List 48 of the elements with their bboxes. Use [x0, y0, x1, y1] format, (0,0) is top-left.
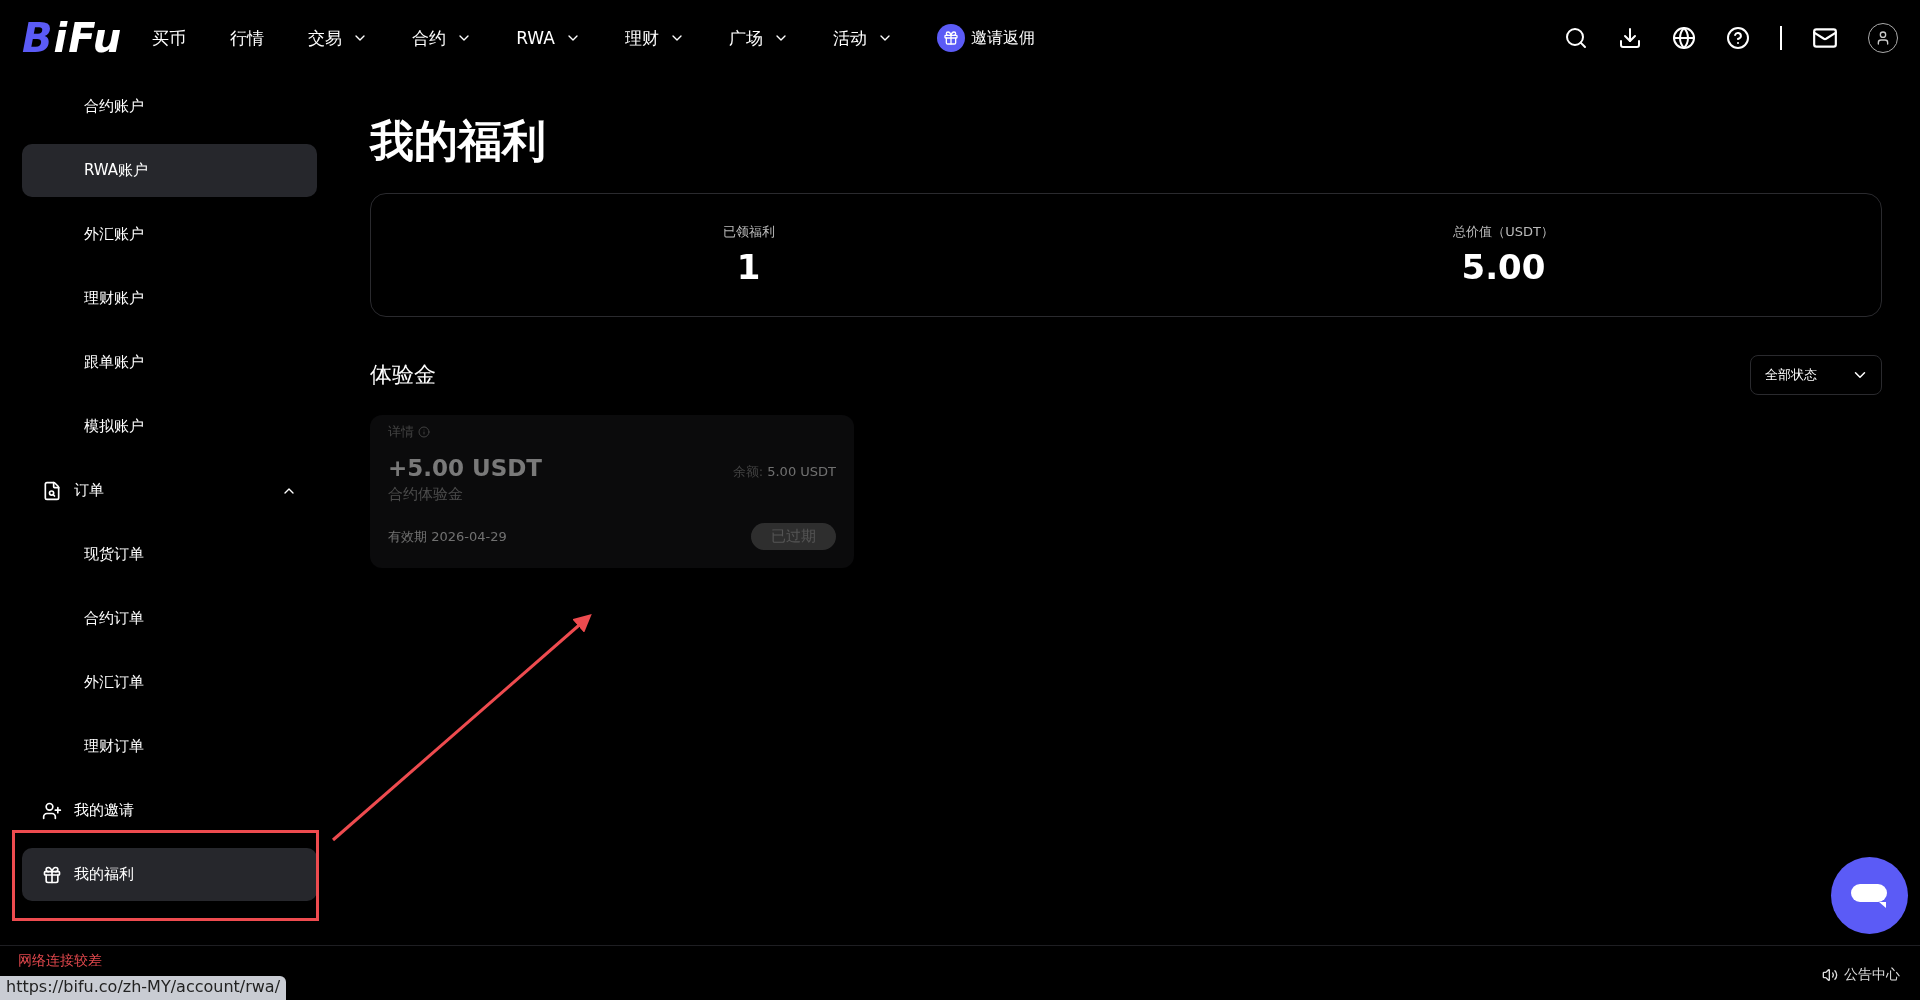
- search-icon[interactable]: [1564, 26, 1588, 50]
- nav-item[interactable]: 行情: [230, 26, 265, 50]
- nav-item[interactable]: 买币: [152, 26, 187, 50]
- info-icon: [418, 426, 430, 438]
- stat-value: 5.00: [1461, 247, 1546, 287]
- invite-link[interactable]: 邀请返佣: [936, 24, 1035, 52]
- nav-item[interactable]: 合约: [412, 26, 473, 50]
- sidebar-item[interactable]: 外汇订单: [22, 656, 317, 709]
- sidebar-item[interactable]: 订单: [22, 464, 317, 517]
- user-add-icon: [42, 800, 62, 821]
- gift-icon: [936, 24, 965, 52]
- sidebar-item[interactable]: 外汇账户: [22, 208, 317, 261]
- nav-item[interactable]: 广场: [728, 26, 789, 50]
- speaker-icon: [1822, 967, 1838, 983]
- url-tooltip: https://bifu.co/zh-MY/account/rwa/: [0, 976, 287, 1000]
- sidebar-item[interactable]: 理财账户: [22, 272, 317, 325]
- download-icon[interactable]: [1618, 26, 1642, 50]
- sidebar-item[interactable]: RWA账户: [22, 144, 317, 197]
- sidebar-item[interactable]: 我的邀请: [22, 784, 317, 837]
- stat-label: 总价值（USDT）: [1453, 223, 1554, 241]
- gift-icon: [42, 864, 62, 885]
- nav-item[interactable]: RWA: [516, 28, 581, 48]
- status-dropdown[interactable]: 全部状态: [1750, 355, 1882, 395]
- document-search-icon: [42, 480, 62, 501]
- voucher-type: 合约体验金: [388, 485, 464, 504]
- nav-item[interactable]: 活动: [832, 26, 893, 50]
- sidebar-item[interactable]: 我的福利: [22, 848, 317, 901]
- voucher-amount: +5.00 USDT: [388, 455, 543, 481]
- mail-icon[interactable]: [1812, 25, 1838, 51]
- help-icon[interactable]: [1726, 26, 1750, 50]
- page-title: 我的福利: [370, 114, 547, 168]
- sidebar-item[interactable]: 现货订单: [22, 528, 317, 581]
- notice-link[interactable]: 公告中心: [1822, 966, 1900, 984]
- sidebar-item[interactable]: 跟单账户: [22, 336, 317, 389]
- nav-item[interactable]: 理财: [624, 26, 685, 50]
- section-title: 体验金: [370, 361, 436, 389]
- chat-bubble-icon: [1850, 883, 1889, 908]
- logo[interactable]: BiFu: [22, 15, 123, 61]
- globe-icon[interactable]: [1672, 26, 1696, 50]
- sidebar-item[interactable]: 合约账户: [22, 80, 317, 133]
- sidebar-item[interactable]: 模拟账户: [22, 400, 317, 453]
- validity-date: 有效期 2026-04-29: [388, 527, 507, 546]
- sidebar-item[interactable]: 理财订单: [22, 720, 317, 773]
- nav-item[interactable]: 交易: [308, 26, 369, 50]
- stat-value: 1: [736, 247, 761, 287]
- stat-label: 已领福利: [722, 223, 775, 241]
- network-status: 网络连接较差: [18, 952, 102, 970]
- sidebar-item[interactable]: 合约订单: [22, 592, 317, 645]
